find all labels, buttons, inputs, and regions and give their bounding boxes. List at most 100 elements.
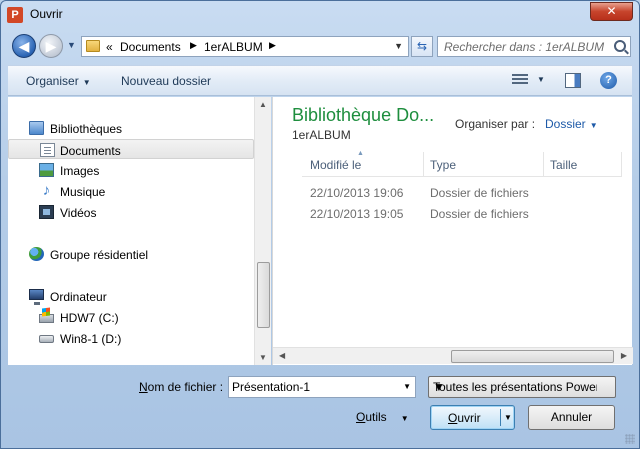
sidebar-item-label: Ordinateur (50, 290, 107, 304)
scroll-left-icon[interactable]: ◀ (279, 351, 285, 360)
sidebar-item-drive-d[interactable]: Win8-1 (D:) (8, 328, 254, 348)
cell-type: Dossier de fichiers (430, 186, 529, 200)
sidebar-item-documents[interactable]: Documents (8, 139, 254, 159)
column-divider[interactable] (543, 152, 544, 177)
cell-modified: 22/10/2013 19:05 (310, 207, 404, 221)
refresh-button[interactable]: ⇆ (411, 36, 433, 57)
close-button[interactable]: ✕ (590, 2, 633, 21)
help-icon[interactable]: ? (600, 72, 617, 89)
sidebar-item-libraries[interactable]: Bibliothèques (8, 118, 254, 138)
cell-type: Dossier de fichiers (430, 207, 529, 221)
view-options-icon[interactable] (512, 74, 528, 88)
organize-label: Organiser (26, 74, 79, 88)
drive-icon (39, 335, 54, 343)
recent-locations-dropdown[interactable]: ▼ (67, 40, 77, 50)
forward-button[interactable]: ▶ (39, 34, 63, 58)
table-row[interactable]: 22/10/2013 19:05 Dossier de fichiers (302, 204, 622, 224)
scrollbar-thumb[interactable] (257, 262, 270, 328)
open-button[interactable]: Ouvrir ▼ (430, 405, 515, 430)
sidebar-item-label: Bibliothèques (50, 122, 123, 136)
sidebar-item-label: Images (60, 164, 100, 178)
open-options-dropdown-icon[interactable]: ▼ (504, 413, 512, 422)
powerpoint-icon: P (7, 7, 23, 23)
sidebar-item-label: Musique (60, 185, 106, 199)
sidebar-item-label: HDW7 (C:) (60, 311, 119, 325)
cell-modified: 22/10/2013 19:06 (310, 186, 404, 200)
navigation-pane: Bibliothèques Documents Images ♪ Musique… (8, 97, 271, 365)
chevron-down-icon[interactable]: ▼ (433, 380, 597, 394)
address-dropdown-icon[interactable]: ▼ (394, 41, 403, 51)
library-title: Bibliothèque Do... (292, 105, 435, 125)
split-divider (500, 409, 501, 426)
sidebar-item-images[interactable]: Images (8, 160, 254, 180)
column-divider[interactable] (423, 152, 424, 177)
chevron-down-icon[interactable]: ▼ (403, 382, 411, 391)
image-icon (39, 163, 54, 177)
chevron-down-icon: ▼ (400, 414, 409, 423)
folder-icon (86, 40, 100, 52)
navigation-bar: ◀ ▶ ▼ « Documents ▶ 1erALBUM ▶ ▼ ⇆ (9, 32, 631, 60)
filename-combobox[interactable]: ▼ (228, 376, 416, 398)
organize-button[interactable]: Organiser ▼ (26, 74, 91, 88)
homegroup-icon (29, 247, 44, 261)
sidebar-scrollbar[interactable]: ▲ ▼ (254, 97, 271, 365)
sidebar-item-homegroup[interactable]: Groupe résidentiel (8, 244, 254, 264)
sidebar-item-label: Vidéos (60, 206, 97, 220)
view-dropdown-icon[interactable]: ▼ (537, 75, 545, 84)
sidebar-item-music[interactable]: ♪ Musique (8, 181, 254, 201)
command-bar: Organiser ▼ Nouveau dossier ▼ ? (8, 65, 632, 96)
table-row[interactable]: 22/10/2013 19:06 Dossier de fichiers (302, 183, 622, 203)
arrange-by-dropdown[interactable]: Dossier ▼ (545, 117, 598, 131)
search-input[interactable] (438, 37, 610, 56)
tools-button[interactable]: Outils ▼ (356, 410, 409, 424)
sidebar-item-label: Win8-1 (D:) (60, 332, 122, 346)
sort-indicator-icon: ▲ (357, 150, 364, 157)
document-icon (40, 143, 55, 157)
resize-grip[interactable] (625, 434, 635, 444)
breadcrumb-overflow[interactable]: « (106, 40, 113, 54)
search-icon[interactable] (614, 40, 626, 52)
scroll-up-icon[interactable]: ▲ (259, 100, 267, 109)
sidebar-item-drive-c[interactable]: HDW7 (C:) (8, 307, 254, 327)
video-icon (39, 205, 54, 219)
open-button-label: Ouvrir (448, 411, 481, 425)
column-divider[interactable] (621, 152, 622, 177)
address-bar[interactable]: « Documents ▶ 1erALBUM ▶ ▼ (81, 36, 409, 57)
arrange-by-value: Dossier (545, 117, 586, 131)
chevron-right-icon[interactable]: ▶ (190, 40, 197, 51)
computer-icon (29, 289, 44, 305)
windows-drive-icon (39, 314, 54, 323)
column-header-size[interactable]: Taille (550, 158, 577, 172)
scrollbar-thumb[interactable] (451, 350, 614, 363)
scroll-down-icon[interactable]: ▼ (259, 353, 267, 362)
sidebar-item-videos[interactable]: Vidéos (8, 202, 254, 222)
new-folder-button[interactable]: Nouveau dossier (121, 74, 211, 88)
sidebar-item-label: Groupe résidentiel (50, 248, 149, 262)
chevron-down-icon: ▼ (589, 121, 598, 130)
preview-pane-icon[interactable] (565, 73, 581, 88)
library-subtitle: 1erALBUM (292, 128, 351, 142)
search-box[interactable] (437, 36, 631, 57)
chevron-down-icon: ▼ (82, 78, 91, 87)
breadcrumb-1eralbum[interactable]: 1erALBUM (204, 40, 263, 54)
arrange-by-label: Organiser par : (455, 117, 536, 131)
library-icon (29, 121, 44, 135)
music-icon: ♪ (42, 182, 51, 199)
file-list-pane: Bibliothèque Do... 1erALBUM Organiser pa… (272, 97, 633, 365)
sidebar-item-computer[interactable]: Ordinateur (8, 286, 254, 306)
file-type-filter[interactable]: Toutes les présentations Power ▼ (428, 376, 616, 398)
column-header-type[interactable]: Type (430, 158, 456, 172)
title-bar: P Ouvrir ✕ (1, 1, 639, 29)
back-button[interactable]: ◀ (12, 34, 36, 58)
filename-input[interactable] (229, 377, 397, 397)
sidebar-item-label: Documents (60, 144, 121, 158)
filename-label: Nom de fichier : (139, 380, 224, 394)
breadcrumb-documents[interactable]: Documents (120, 40, 181, 54)
open-dialog: P Ouvrir ✕ ◀ ▶ ▼ « Documents ▶ 1erALBUM … (0, 0, 640, 449)
cancel-button[interactable]: Annuler (528, 405, 615, 430)
horizontal-scrollbar[interactable]: ◀ ▶ (273, 347, 633, 364)
column-header-modified[interactable]: Modifié le (310, 158, 361, 172)
chevron-right-icon[interactable]: ▶ (269, 40, 276, 51)
scroll-right-icon[interactable]: ▶ (621, 351, 627, 360)
column-header-row: ▲ Modifié le Type Taille (302, 150, 622, 177)
